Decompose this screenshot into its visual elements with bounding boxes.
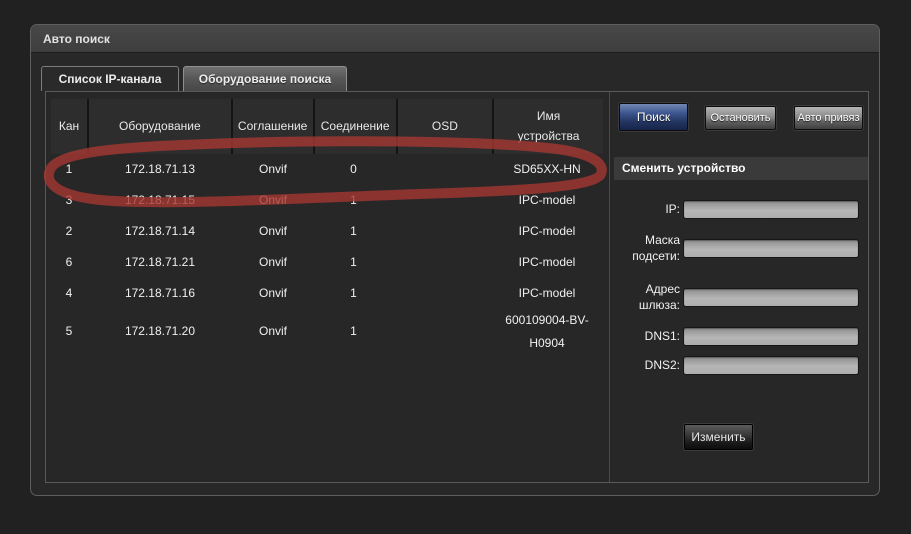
stop-button[interactable]: Остановить — [705, 106, 776, 130]
cell-connection: 1 — [313, 320, 394, 343]
cell-protocol: Onvif — [233, 189, 313, 212]
cell-channel: 5 — [51, 320, 87, 343]
cell-device-name: 600109004-BV-H0904 — [491, 309, 603, 355]
column-header-device-name: Имя устройства — [494, 99, 603, 154]
right-panel: Поиск Остановить Авто привяз Сменить уст… — [614, 92, 868, 482]
dialog-title: Авто поиск — [43, 32, 110, 46]
table-row[interactable]: 5 172.18.71.20 Onvif 1 600109004-BV-H090… — [51, 309, 603, 354]
cell-device-name: SD65XX-HN — [491, 158, 603, 181]
dns2-input[interactable] — [683, 356, 859, 375]
search-button[interactable]: Поиск — [619, 103, 688, 131]
dns2-field-row: DNS2: — [614, 355, 862, 375]
cell-connection: 1 — [313, 251, 394, 274]
table-row[interactable]: 2 172.18.71.14 Onvif 1 IPC-model — [51, 216, 603, 247]
column-header-device: Оборудование — [89, 99, 231, 154]
cell-device: 172.18.71.13 — [87, 158, 233, 181]
cell-channel: 4 — [51, 282, 87, 305]
gateway-label: Адрес шлюза: — [614, 281, 680, 313]
subnet-mask-field-row: Маска подсети: — [614, 230, 862, 266]
vertical-divider — [609, 92, 610, 482]
cell-protocol: Onvif — [233, 320, 313, 343]
change-device-section-title: Сменить устройство — [614, 157, 868, 180]
auto-bind-button[interactable]: Авто привяз — [794, 106, 863, 130]
cell-channel: 2 — [51, 220, 87, 243]
table-row[interactable]: 4 172.18.71.16 Onvif 1 IPC-model — [51, 278, 603, 309]
column-header-channel: Кан — [51, 99, 87, 154]
dns1-input[interactable] — [683, 327, 859, 346]
cell-protocol: Onvif — [233, 282, 313, 305]
column-header-osd: OSD — [398, 99, 492, 154]
device-table-header: Кан Оборудование Соглашение Соединение O… — [51, 99, 603, 154]
cell-protocol: Onvif — [233, 220, 313, 243]
cell-device: 172.18.71.16 — [87, 282, 233, 305]
cell-device-name: IPC-model — [491, 189, 603, 212]
subnet-mask-input[interactable] — [683, 239, 859, 258]
auto-search-dialog: Авто поиск Список IP-канала Оборудование… — [30, 24, 880, 496]
table-row[interactable]: 6 172.18.71.21 Onvif 1 IPC-model — [51, 247, 603, 278]
change-button[interactable]: Изменить — [684, 424, 753, 450]
table-row[interactable]: 1 172.18.71.13 Onvif 0 SD65XX-HN — [51, 154, 603, 185]
cell-protocol: Onvif — [233, 158, 313, 181]
gateway-input[interactable] — [683, 288, 859, 307]
cell-device-name: IPC-model — [491, 282, 603, 305]
dialog-titlebar: Авто поиск — [31, 25, 879, 53]
column-header-connection: Соединение — [315, 99, 396, 154]
cell-device-name: IPC-model — [491, 251, 603, 274]
cell-protocol: Onvif — [233, 251, 313, 274]
cell-channel: 3 — [51, 189, 87, 212]
cell-device: 172.18.71.20 — [87, 320, 233, 343]
column-header-protocol: Соглашение — [233, 99, 313, 154]
cell-device-name: IPC-model — [491, 220, 603, 243]
ip-input[interactable] — [683, 200, 859, 219]
cell-device: 172.18.71.14 — [87, 220, 233, 243]
dns1-label: DNS1: — [614, 328, 680, 344]
table-row[interactable]: 3 172.18.71.15 Onvif 1 IPC-model — [51, 185, 603, 216]
dns2-label: DNS2: — [614, 357, 680, 373]
cell-device: 172.18.71.21 — [87, 251, 233, 274]
cell-channel: 1 — [51, 158, 87, 181]
tab-ip-channel-list[interactable]: Список IP-канала — [41, 66, 179, 91]
device-table: Кан Оборудование Соглашение Соединение O… — [51, 99, 603, 354]
cell-channel: 6 — [51, 251, 87, 274]
gateway-field-row: Адрес шлюза: — [614, 279, 862, 315]
ip-label: IP: — [614, 201, 680, 217]
cell-connection: 0 — [313, 158, 394, 181]
cell-connection: 1 — [313, 282, 394, 305]
cell-connection: 1 — [313, 220, 394, 243]
tab-bar: Список IP-канала Оборудование поиска — [41, 66, 347, 91]
dns1-field-row: DNS1: — [614, 326, 862, 346]
cell-device: 172.18.71.15 — [87, 189, 233, 212]
cell-connection: 1 — [313, 189, 394, 212]
tab-search-equipment[interactable]: Оборудование поиска — [183, 66, 347, 91]
dialog-content: Кан Оборудование Соглашение Соединение O… — [45, 91, 869, 483]
subnet-mask-label: Маска подсети: — [614, 232, 680, 264]
ip-field-row: IP: — [614, 199, 862, 219]
